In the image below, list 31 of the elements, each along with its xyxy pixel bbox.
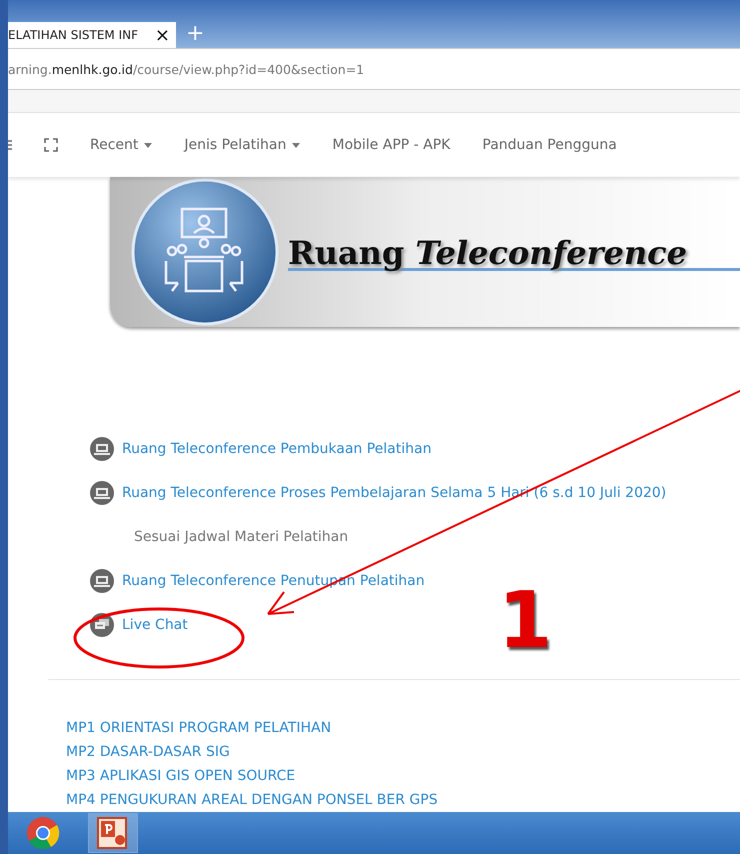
caret-icon xyxy=(144,142,152,148)
banner-title: Ruang Teleconference xyxy=(288,234,688,272)
conference-room-icon xyxy=(130,177,280,327)
section-link[interactable]: MP1 ORIENTASI PROGRAM PELATIHAN xyxy=(66,716,740,740)
tab-title: ELATIHAN SISTEM INF xyxy=(8,28,138,42)
address-bar[interactable]: arning.menlhk.go.id/course/view.php?id=400&section=1 xyxy=(8,48,740,90)
activity-note: Sesuai Jadwal Materi Pelatihan xyxy=(134,528,350,547)
annotation-number: 1 xyxy=(498,582,552,660)
section-link[interactable]: MP2 DASAR-DASAR SIG xyxy=(66,740,740,764)
new-tab-button[interactable]: + xyxy=(186,20,204,48)
url-text: arning.menlhk.go.id/course/view.php?id=400&section=1 xyxy=(8,62,364,77)
menu-icon[interactable] xyxy=(8,139,12,152)
monitor-icon xyxy=(90,437,114,461)
chat-icon xyxy=(90,613,114,637)
nav-menu-item[interactable]: Recent xyxy=(90,137,152,154)
fullscreen-icon[interactable] xyxy=(44,138,58,152)
close-tab-button[interactable]: × xyxy=(154,24,170,46)
presentation-app-icon xyxy=(96,816,130,850)
activity-link[interactable]: Ruang Teleconference Pembukaan Pelatihan xyxy=(122,441,432,457)
nav-menu-item[interactable]: Jenis Pelatihan xyxy=(184,137,300,154)
monitor-icon xyxy=(90,569,114,593)
browser-icon[interactable] xyxy=(26,816,60,850)
taskbar-button[interactable] xyxy=(88,813,138,853)
browser-tab[interactable]: ELATIHAN SISTEM INF × xyxy=(8,20,176,48)
section-link[interactable]: MP4 PENGUKURAN AREAL DENGAN PONSEL BER GPS xyxy=(66,788,740,812)
caret-icon xyxy=(292,142,300,148)
nav-menu-item[interactable]: Panduan Pengguna xyxy=(482,137,617,154)
nav-menu-item[interactable]: Mobile APP - APK xyxy=(332,137,450,154)
section-link[interactable]: MP3 APLIKASI GIS OPEN SOURCE xyxy=(66,764,740,788)
monitor-icon xyxy=(90,481,114,505)
activity-link[interactable]: Live Chat xyxy=(122,617,188,633)
